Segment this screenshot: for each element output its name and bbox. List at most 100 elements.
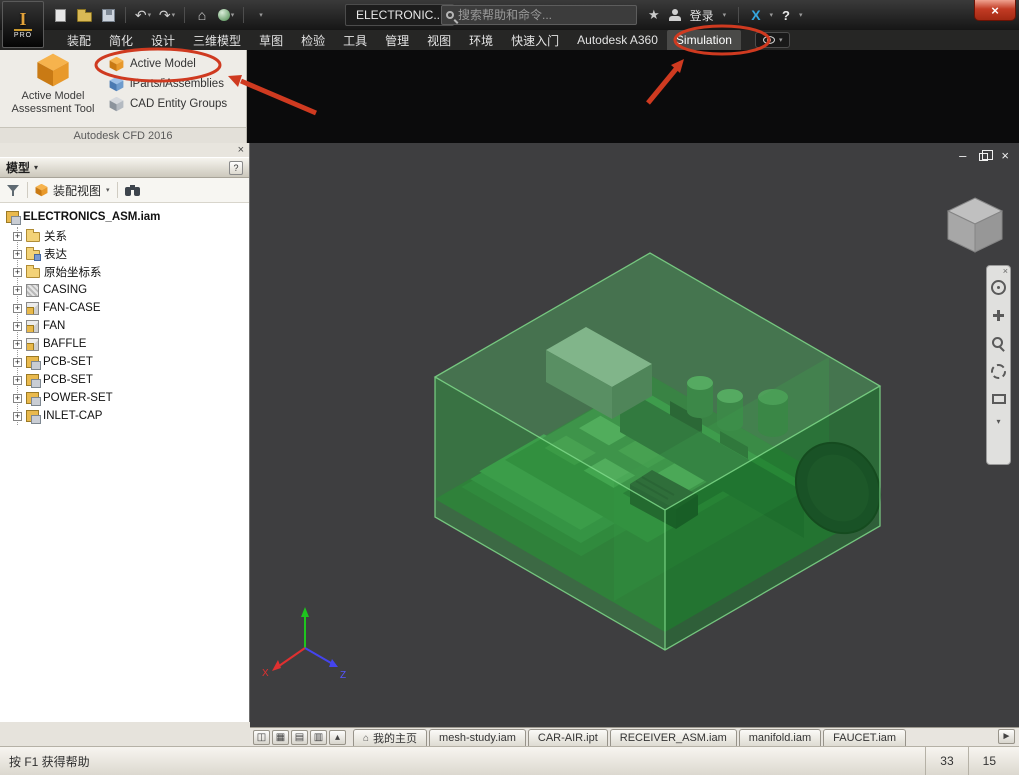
tab-car-air[interactable]: CAR-AIR.ipt: [527, 729, 608, 746]
navbar-close-icon[interactable]: ×: [1003, 266, 1008, 276]
qat-customize-button[interactable]: ▾: [251, 4, 271, 26]
browser-title-caret-icon[interactable]: ▾: [34, 163, 38, 172]
expand-icon[interactable]: +: [13, 393, 22, 403]
exchange-caret-icon[interactable]: ▾: [770, 11, 774, 19]
navbar-caret-icon[interactable]: ▾: [996, 417, 1000, 426]
tab-environments[interactable]: 环境: [460, 30, 502, 50]
tree-item-pcb-set-1[interactable]: + PCB-SET: [13, 353, 249, 371]
tab-receiver-asm[interactable]: RECEIVER_ASM.iam: [609, 729, 737, 746]
ribbon-display-options-button[interactable]: ▾: [754, 32, 791, 48]
redo-button[interactable]: ↷ ▾: [157, 4, 177, 26]
home-button[interactable]: ⌂: [192, 4, 212, 26]
tab-manage[interactable]: 管理: [376, 30, 418, 50]
tab-inspect[interactable]: 检验: [292, 30, 334, 50]
orbit-icon[interactable]: [991, 364, 1006, 379]
search-binoculars-icon[interactable]: [124, 184, 141, 196]
tree-item-baffle[interactable]: + BAFFLE: [13, 335, 249, 353]
doc-close-button[interactable]: ×: [1001, 149, 1009, 162]
browser-grab-bar[interactable]: ×: [0, 143, 249, 157]
tab-home[interactable]: ⌂ 我的主页: [353, 729, 428, 746]
toolbar-separator: [125, 7, 126, 23]
tab-autodesk-a360[interactable]: Autodesk A360: [568, 30, 667, 50]
navigation-wheel-icon[interactable]: [991, 280, 1006, 295]
redo-caret-icon[interactable]: ▾: [172, 11, 176, 19]
tab-sketch[interactable]: 草图: [250, 30, 292, 50]
help-button[interactable]: ?: [782, 8, 790, 23]
vertical-tile-button[interactable]: ▥: [310, 730, 327, 745]
ribbon-panel-title[interactable]: Autodesk CFD 2016: [0, 127, 246, 143]
help-search-box[interactable]: [441, 5, 637, 25]
tab-mesh-study[interactable]: mesh-study.iam: [429, 729, 526, 746]
exchange-apps-button[interactable]: X: [751, 7, 760, 23]
tab-manifold[interactable]: manifold.iam: [738, 729, 822, 746]
pan-icon[interactable]: [991, 308, 1006, 323]
doc-minimize-button[interactable]: –: [959, 149, 966, 162]
active-model-button[interactable]: Active Model: [107, 54, 229, 74]
tree-item-fan-case[interactable]: + FAN-CASE: [13, 299, 249, 317]
look-at-icon[interactable]: [991, 394, 1006, 404]
expand-icon[interactable]: +: [13, 339, 22, 349]
expand-icon[interactable]: +: [13, 285, 22, 295]
tree-item-power-set[interactable]: + POWER-SET: [13, 389, 249, 407]
tree-item-fan[interactable]: + FAN: [13, 317, 249, 335]
tab-assemble[interactable]: 装配: [58, 30, 100, 50]
expand-icon[interactable]: +: [13, 267, 22, 277]
filter-icon[interactable]: [7, 184, 20, 196]
doc-restore-button[interactable]: [979, 150, 994, 161]
tree-item-label: 原始坐标系: [44, 267, 102, 279]
expand-icon[interactable]: +: [13, 231, 22, 241]
help-caret-icon[interactable]: ▾: [799, 11, 803, 19]
undo-caret-icon[interactable]: ▾: [148, 11, 152, 19]
open-button[interactable]: [74, 4, 94, 26]
tab-design[interactable]: 设计: [142, 30, 184, 50]
tree-item-relationships[interactable]: + 关系: [13, 227, 249, 245]
tab-simplify[interactable]: 简化: [100, 30, 142, 50]
expand-icon[interactable]: +: [13, 375, 22, 385]
tab-simulation[interactable]: Simulation: [666, 30, 741, 50]
inventor-app-button[interactable]: I PRO: [2, 1, 44, 48]
horizontal-tile-button[interactable]: ▤: [291, 730, 308, 745]
assembly-view-selector[interactable]: 装配视图 ▾: [35, 182, 110, 199]
tab-tools[interactable]: 工具: [334, 30, 376, 50]
tile-windows-button[interactable]: ▦: [272, 730, 289, 745]
active-model-assessment-tool-button[interactable]: Active Model Assessment Tool: [2, 53, 104, 125]
zoom-icon[interactable]: [991, 336, 1006, 351]
3d-model-canvas[interactable]: X Z: [250, 143, 1019, 727]
expand-icon[interactable]: +: [13, 303, 22, 313]
new-file-button[interactable]: [50, 4, 70, 26]
tree-item-casing[interactable]: + CASING: [13, 281, 249, 299]
browser-close-icon[interactable]: ×: [238, 143, 244, 157]
tree-item-inlet-cap[interactable]: + INLET-CAP: [13, 407, 249, 425]
expand-icon[interactable]: +: [13, 249, 22, 259]
big-button-label-line1: Active Model: [21, 90, 85, 102]
tab-scroll-right-button[interactable]: ►: [998, 729, 1015, 744]
expand-icon[interactable]: +: [13, 357, 22, 367]
tree-item-pcb-set-2[interactable]: + PCB-SET: [13, 371, 249, 389]
sign-in-caret-icon[interactable]: ▾: [723, 11, 727, 19]
appearance-button[interactable]: ▾: [216, 4, 236, 26]
iparts-iassemblies-button[interactable]: iParts/iAssemblies: [107, 74, 229, 94]
tab-faucet[interactable]: FAUCET.iam: [823, 729, 907, 746]
undo-button[interactable]: ↶ ▾: [133, 4, 153, 26]
favorites-star-icon[interactable]: ★: [648, 7, 660, 23]
expand-tabs-button[interactable]: ▴: [329, 730, 346, 745]
tab-3d-model[interactable]: 三维模型: [184, 30, 250, 50]
browser-help-button[interactable]: ?: [229, 160, 243, 175]
expand-icon[interactable]: +: [13, 321, 22, 331]
browser-title-bar[interactable]: 模型 ▾ ?: [0, 157, 249, 178]
cad-entity-groups-button[interactable]: CAD Entity Groups: [107, 94, 229, 114]
window-close-button[interactable]: ×: [974, 0, 1016, 21]
tree-root-item[interactable]: ELECTRONICS_ASM.iam: [6, 207, 249, 227]
tab-view[interactable]: 视图: [418, 30, 460, 50]
tree-item-representations[interactable]: + 表达: [13, 245, 249, 263]
graphics-viewport[interactable]: X Z – × × ▾: [250, 143, 1019, 727]
sign-in-button[interactable]: 登录: [690, 7, 714, 24]
tab-get-started[interactable]: 快速入门: [502, 30, 568, 50]
cfd-ribbon-panel: Active Model Assessment Tool Active Mode…: [0, 50, 247, 143]
tree-item-origin[interactable]: + 原始坐标系: [13, 263, 249, 281]
search-input[interactable]: [458, 8, 632, 22]
save-button[interactable]: [98, 4, 118, 26]
appearance-caret-icon[interactable]: ▾: [231, 11, 235, 19]
cascade-windows-button[interactable]: ◫: [253, 730, 270, 745]
expand-icon[interactable]: +: [13, 411, 22, 421]
